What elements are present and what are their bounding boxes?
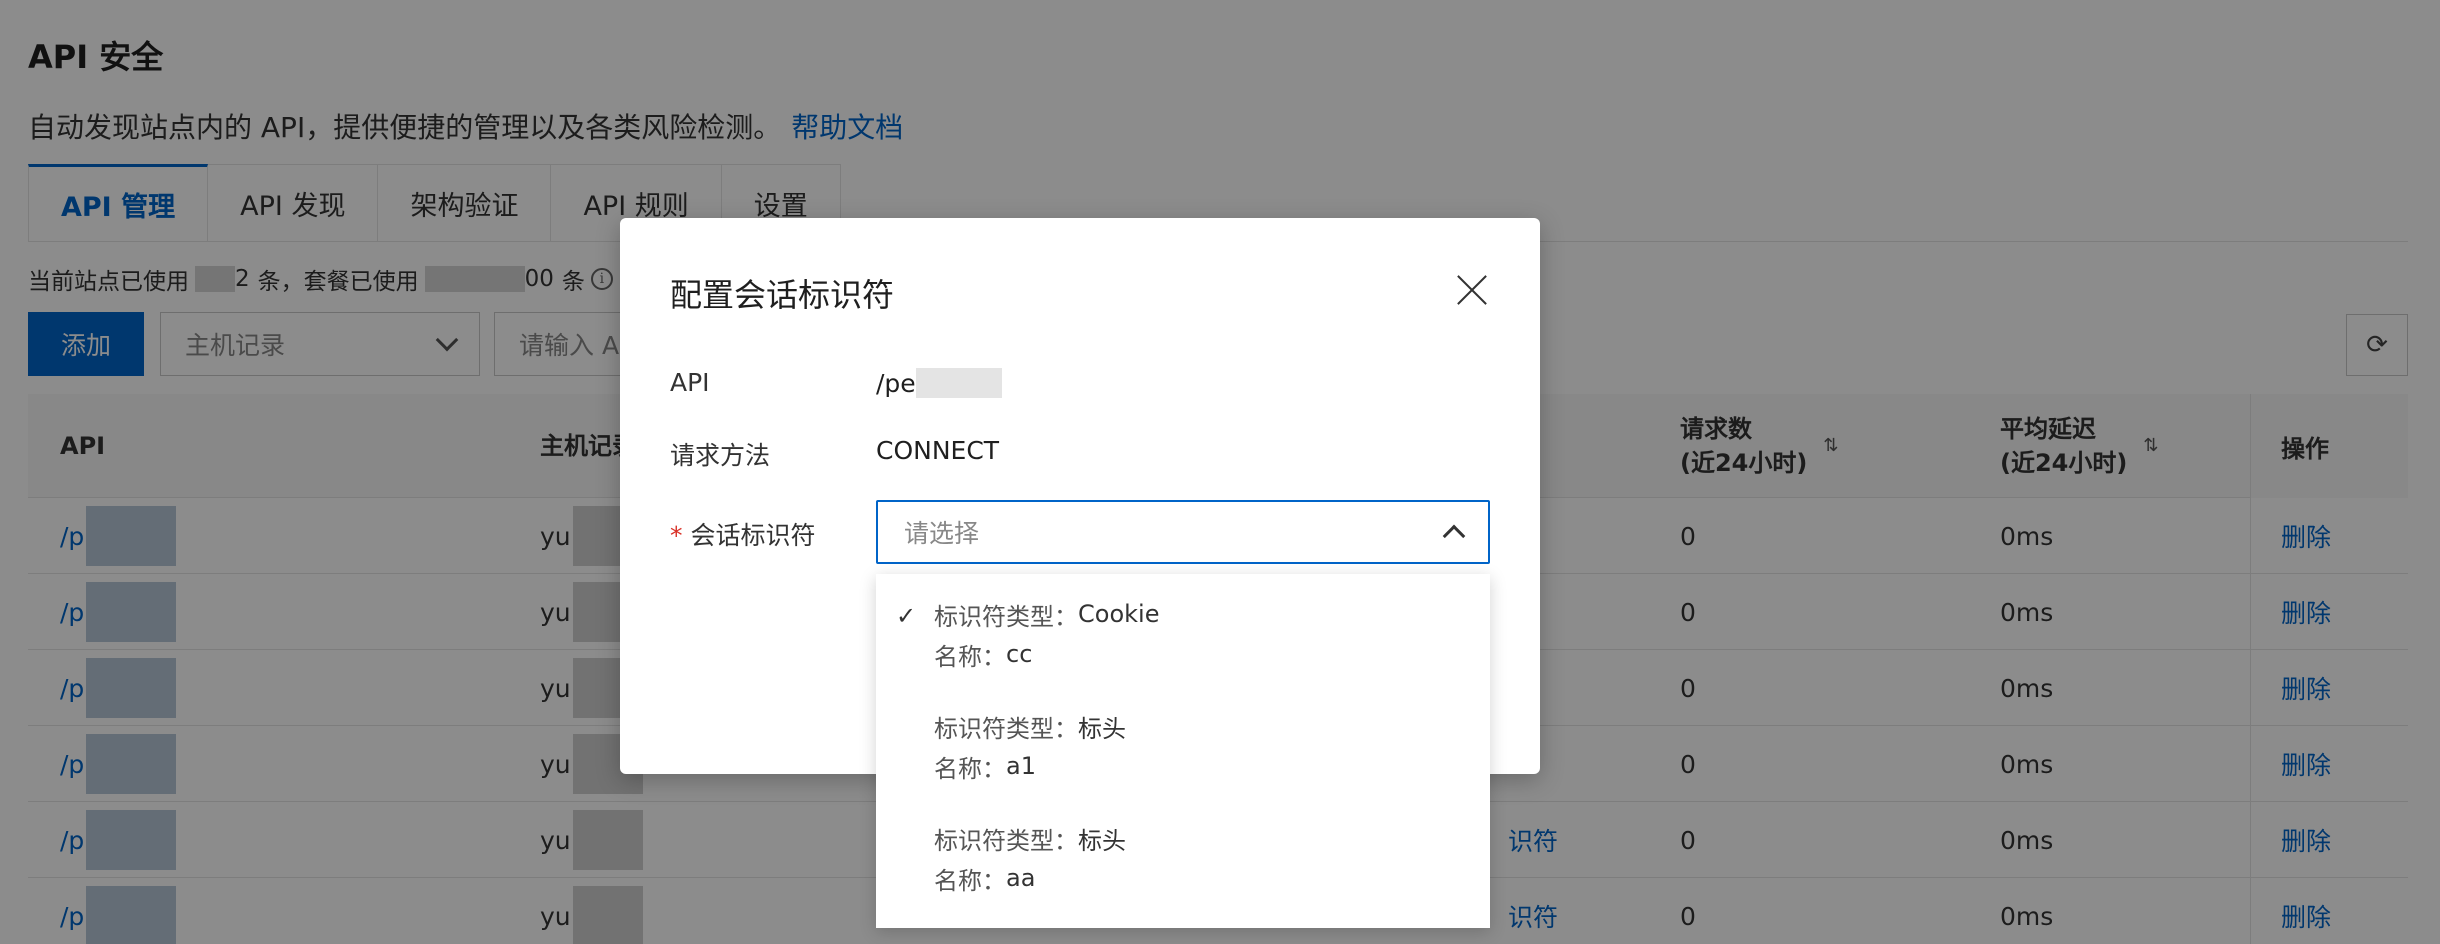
option-name-value: cc xyxy=(1006,640,1033,668)
option-type-value: 标头 xyxy=(1078,714,1126,743)
close-icon[interactable] xyxy=(1456,274,1488,306)
dropdown-option[interactable]: 标识符类型： 标头 名称： a1 xyxy=(876,706,1490,818)
dropdown-option[interactable]: ✓ 标识符类型： Cookie 名称： cc xyxy=(876,594,1490,706)
required-mark: * xyxy=(670,521,683,550)
session-identifier-label: * 会话标识符 xyxy=(670,516,816,552)
session-identifier-select[interactable]: 请选择 xyxy=(876,500,1490,564)
check-icon: ✓ xyxy=(896,602,917,630)
option-type-key: 标识符类型： xyxy=(934,826,1078,855)
page: API 安全 自动发现站点内的 API，提供便捷的管理以及各类风险检测。 帮助文档… xyxy=(0,0,2440,944)
option-type-value: Cookie xyxy=(1078,600,1160,628)
session-identifier-label-text: 会话标识符 xyxy=(690,521,816,550)
request-method-value: CONNECT xyxy=(876,436,1000,465)
option-name-value: a1 xyxy=(1006,752,1036,780)
option-name-key: 名称： xyxy=(934,754,1006,783)
session-identifier-placeholder: 请选择 xyxy=(904,519,980,548)
chevron-up-icon xyxy=(1442,524,1466,548)
dropdown-option[interactable]: 标识符类型： 标头 名称： aa xyxy=(876,818,1490,930)
session-identifier-dropdown: ✓ 标识符类型： Cookie 名称： cc 标识符类型： 标头 名称： a1 标识符类… xyxy=(876,574,1490,928)
option-name-key: 名称： xyxy=(934,642,1006,671)
option-type-value: 标头 xyxy=(1078,826,1126,855)
option-name-value: aa xyxy=(1006,864,1036,892)
api-label: API xyxy=(670,368,710,397)
dialog-title: 配置会话标识符 xyxy=(670,276,895,314)
api-value-text: /pe xyxy=(876,368,916,398)
option-name-key: 名称： xyxy=(934,866,1006,895)
api-value: /pe xyxy=(876,368,1002,398)
option-type-key: 标识符类型： xyxy=(934,602,1078,631)
option-type-key: 标识符类型： xyxy=(934,714,1078,743)
masked-value xyxy=(915,368,1002,398)
request-method-label: 请求方法 xyxy=(670,441,771,470)
